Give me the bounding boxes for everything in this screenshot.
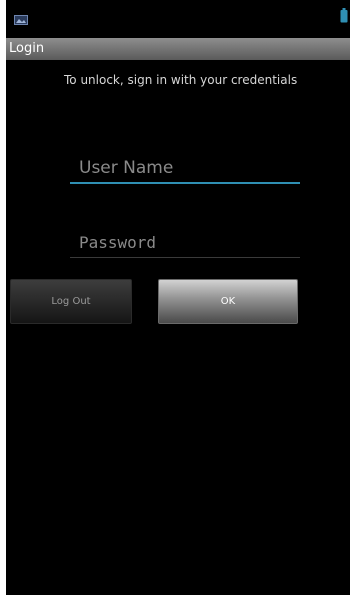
- username-input[interactable]: [70, 154, 300, 184]
- battery-icon: [340, 8, 348, 23]
- device-screen: Login To unlock, sign in with your crede…: [6, 0, 350, 595]
- password-input[interactable]: [70, 228, 300, 258]
- title-bar: Login: [6, 38, 350, 60]
- status-bar: [6, 0, 350, 38]
- image-notification-icon: [14, 10, 28, 25]
- logout-button[interactable]: Log Out: [10, 279, 132, 324]
- page-title: Login: [9, 41, 45, 56]
- login-instructions: To unlock, sign in with your credentials: [64, 73, 298, 87]
- ok-button[interactable]: OK: [158, 279, 298, 324]
